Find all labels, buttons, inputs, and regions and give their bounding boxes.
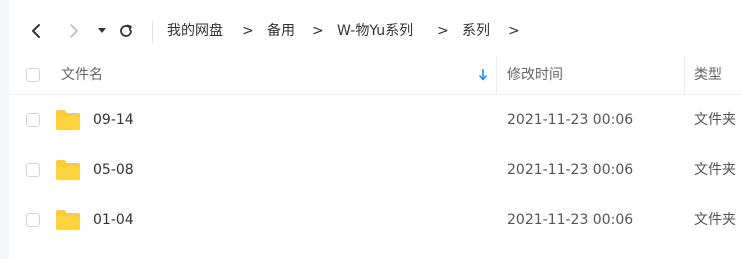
breadcrumb-item-current[interactable]: 系列: [462, 22, 490, 40]
table-row[interactable]: 09-14 2021-11-23 00:06 文件夹: [9, 95, 741, 145]
folder-icon: [56, 210, 80, 230]
history-dropdown-button[interactable]: [95, 10, 109, 52]
caret-down-icon: [98, 28, 106, 33]
row-checkbox[interactable]: [26, 163, 40, 177]
row-modified: 2021-11-23 00:06: [507, 162, 634, 178]
forward-button[interactable]: [61, 10, 87, 52]
breadcrumb-item-backup[interactable]: 备用: [267, 22, 295, 40]
chevron-right-icon: [70, 24, 78, 38]
breadcrumb-separator: >: [312, 23, 324, 39]
row-name[interactable]: 09-14: [93, 111, 134, 129]
breadcrumb-separator: >: [437, 23, 449, 39]
column-header-name[interactable]: 文件名: [61, 66, 103, 84]
row-modified: 2021-11-23 00:06: [507, 112, 634, 128]
row-type: 文件夹: [694, 162, 736, 178]
folder-icon: [56, 110, 80, 130]
chevron-left-icon: [32, 24, 40, 38]
breadcrumb-separator: >: [242, 23, 254, 39]
column-divider[interactable]: [684, 56, 685, 94]
left-edge: [0, 0, 9, 259]
file-browser: 我的网盘 > 备用 > W-物Yu系列 > 系列 > 文件名 修改时间 类型 0…: [0, 0, 741, 259]
nav-divider: [152, 21, 153, 43]
row-checkbox[interactable]: [26, 213, 40, 227]
breadcrumb-item-root[interactable]: 我的网盘: [167, 22, 223, 40]
refresh-button[interactable]: [115, 10, 137, 52]
column-divider[interactable]: [496, 56, 497, 94]
row-type: 文件夹: [694, 212, 736, 228]
back-button[interactable]: [23, 10, 49, 52]
breadcrumb-item-series-parent[interactable]: W-物Yu系列: [337, 22, 413, 40]
column-header-modified[interactable]: 修改时间: [507, 66, 563, 84]
table-row[interactable]: 01-04 2021-11-23 00:06 文件夹: [9, 195, 741, 245]
row-type: 文件夹: [694, 112, 736, 128]
navigation-bar: 我的网盘 > 备用 > W-物Yu系列 > 系列 >: [9, 10, 741, 52]
column-header-type[interactable]: 类型: [694, 66, 722, 84]
row-checkbox[interactable]: [26, 113, 40, 127]
sort-down-arrow-icon[interactable]: [478, 69, 488, 81]
row-modified: 2021-11-23 00:06: [507, 212, 634, 228]
table-header: 文件名 修改时间 类型: [9, 56, 741, 95]
select-all-checkbox[interactable]: [26, 68, 40, 82]
refresh-icon: [120, 24, 132, 37]
folder-icon: [56, 160, 80, 180]
row-name[interactable]: 01-04: [93, 211, 134, 229]
row-name[interactable]: 05-08: [93, 161, 134, 179]
table-row[interactable]: 05-08 2021-11-23 00:06 文件夹: [9, 145, 741, 195]
breadcrumb-separator: >: [508, 23, 520, 39]
